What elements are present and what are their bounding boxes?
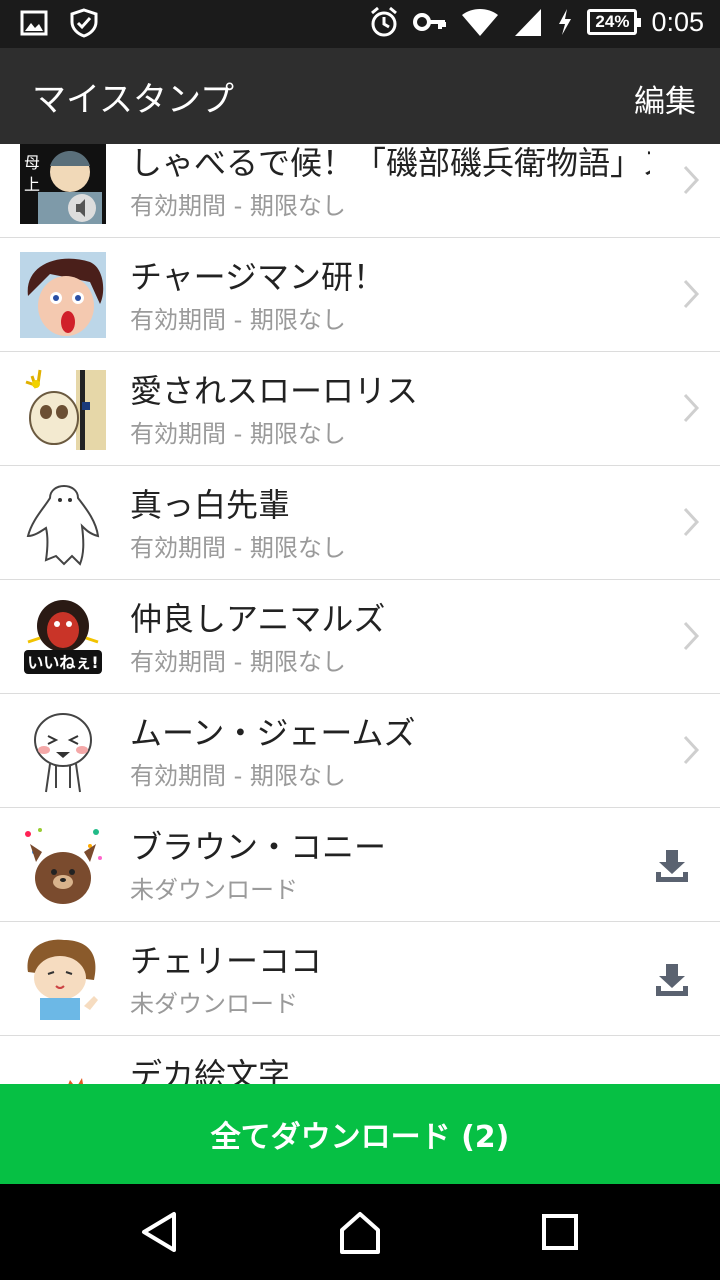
cell-signal-icon	[515, 9, 542, 36]
sticker-status: 有効期間 - 期限なし	[130, 534, 346, 562]
svg-text:上: 上	[24, 175, 40, 194]
chevron-right-icon	[683, 735, 700, 765]
sticker-status: 未ダウンロード	[130, 990, 298, 1018]
sticker-thumbnail	[20, 936, 106, 1022]
navigation-bar	[0, 1184, 720, 1280]
sticker-thumbnail	[20, 252, 106, 338]
shield-icon	[70, 8, 98, 38]
list-item[interactable]: ムーン・ジェームズ 有効期間 - 期限なし	[0, 694, 720, 808]
download-all-button[interactable]: 全てダウンロード (2)	[0, 1084, 720, 1184]
sticker-thumbnail	[20, 822, 106, 908]
sticker-status: 有効期間 - 期限なし	[130, 192, 346, 220]
svg-text:いいねぇ!: いいねぇ!	[27, 653, 98, 672]
edit-button[interactable]: 編集	[634, 76, 696, 121]
sticker-thumbnail	[20, 366, 106, 452]
sticker-title: 愛されスローロリス	[130, 372, 419, 410]
sticker-list: 母 上 しゃべるで候！「磯部磯兵衛物語」スタ... 有効期間 - 期限なし チャ…	[0, 144, 720, 1084]
image-icon	[20, 10, 48, 36]
page-title: マイスタンプ	[32, 80, 234, 120]
list-item[interactable]: 母 上 しゃべるで候！「磯部磯兵衛物語」スタ... 有効期間 - 期限なし	[0, 144, 720, 238]
list-item[interactable]: チェリーココ 未ダウンロード	[0, 922, 720, 1036]
sticker-title: チェリーココ	[130, 942, 323, 980]
charging-icon	[559, 9, 572, 35]
download-icon[interactable]	[654, 962, 690, 998]
sticker-thumbnail	[20, 480, 106, 566]
status-bar: 24% 0:05	[0, 0, 720, 48]
recents-icon[interactable]	[536, 1208, 584, 1256]
sticker-title: しゃべるで候！「磯部磯兵衛物語」スタ...	[130, 144, 650, 182]
home-icon[interactable]	[336, 1208, 384, 1256]
chevron-right-icon	[683, 621, 700, 651]
battery-indicator: 24%	[587, 9, 642, 35]
back-icon[interactable]	[136, 1208, 184, 1256]
sticker-title: 真っ白先輩	[130, 486, 291, 524]
download-all-label: 全てダウンロード (2)	[210, 1120, 510, 1155]
list-item[interactable]: 愛されスローロリス 有効期間 - 期限なし	[0, 352, 720, 466]
alarm-icon	[371, 6, 398, 37]
key-icon	[413, 13, 447, 31]
list-item[interactable]: デカ絵文字	[0, 1036, 720, 1084]
sticker-title: ブラウン・コニー	[130, 828, 387, 866]
sticker-status: 有効期間 - 期限なし	[130, 648, 346, 676]
sticker-title: デカ絵文字	[130, 1056, 291, 1084]
sticker-title: チャージマン研！	[130, 258, 386, 296]
list-item[interactable]: 真っ白先輩 有効期間 - 期限なし	[0, 466, 720, 580]
list-item[interactable]: チャージマン研！ 有効期間 - 期限なし	[0, 238, 720, 352]
chevron-right-icon	[683, 507, 700, 537]
sticker-thumbnail	[20, 1050, 106, 1084]
sticker-status: 未ダウンロード	[130, 876, 298, 904]
sticker-thumbnail: 母 上	[20, 144, 106, 224]
sticker-status: 有効期間 - 期限なし	[130, 306, 346, 334]
sticker-title: ムーン・ジェームズ	[130, 714, 416, 752]
list-item[interactable]: いいねぇ! 仲良しアニマルズ 有効期間 - 期限なし	[0, 580, 720, 694]
chevron-right-icon	[683, 393, 700, 423]
wifi-icon	[462, 9, 499, 36]
download-icon[interactable]	[654, 848, 690, 884]
chevron-right-icon	[683, 165, 700, 195]
sticker-thumbnail: いいねぇ!	[20, 594, 106, 680]
sticker-status: 有効期間 - 期限なし	[130, 762, 346, 790]
chevron-right-icon	[683, 279, 700, 309]
svg-text:母: 母	[24, 153, 40, 172]
sticker-title: 仲良しアニマルズ	[130, 600, 386, 638]
sticker-status: 有効期間 - 期限なし	[130, 420, 346, 448]
list-item[interactable]: ブラウン・コニー 未ダウンロード	[0, 808, 720, 922]
clock: 0:05	[651, 6, 704, 37]
sticker-thumbnail	[20, 708, 106, 794]
app-bar: マイスタンプ 編集	[0, 48, 720, 144]
